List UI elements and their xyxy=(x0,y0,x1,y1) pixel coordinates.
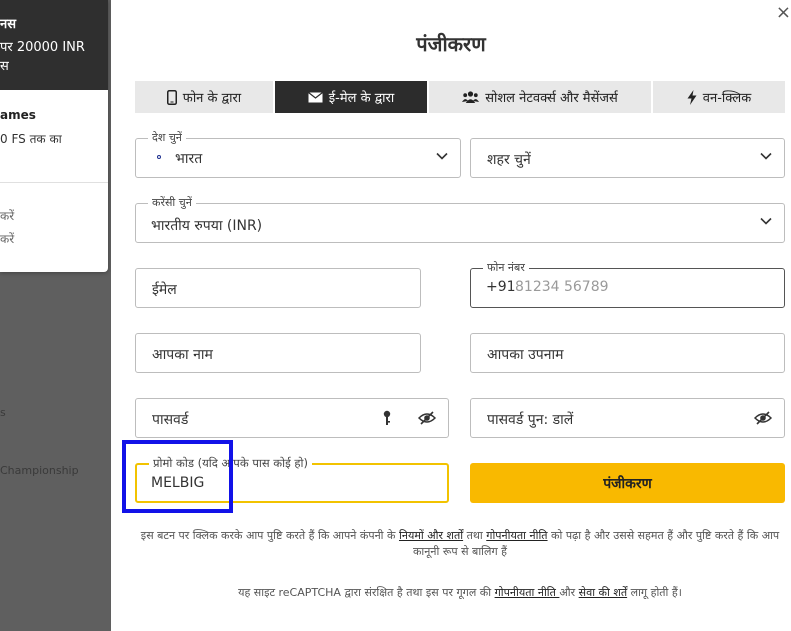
bonus-actions: करें करें xyxy=(0,205,14,251)
google-terms-link[interactable]: सेवा की शर्तें xyxy=(579,586,627,599)
google-privacy-link[interactable]: गोपनीयता नीति xyxy=(495,586,560,599)
users-icon xyxy=(462,91,480,103)
phone-placeholder: 81234 56789 xyxy=(515,279,609,295)
tab-label: सोशल नेटवर्क्स और मैसेंजर्स xyxy=(485,91,618,106)
chevron-down-icon xyxy=(436,152,448,160)
tab-label: वन-क्लिक xyxy=(702,91,752,106)
phone-icon xyxy=(166,89,177,105)
phone-label: फोन नंबर xyxy=(483,260,529,275)
notice-text: इस बटन पर क्लिक करके आप पुष्टि करते हैं … xyxy=(140,529,399,542)
notice-text: यह साइट reCAPTCHA द्वारा संरक्षित है तथा… xyxy=(238,586,495,599)
currency-label: करेंसी चुनें xyxy=(148,195,196,210)
promo-code-label: प्रोमो कोड (यदि आपके पास कोई हो) xyxy=(149,456,312,471)
password-repeat-field[interactable]: पासवर्ड पुन: डालें xyxy=(470,398,785,438)
bonus-action-line: करें xyxy=(0,232,15,246)
background-row-text: s xyxy=(0,406,6,419)
tab-label: ई-मेल के द्वारा xyxy=(328,91,395,106)
recaptcha-notice: यह साइट reCAPTCHA द्वारा संरक्षित है तथा… xyxy=(135,585,785,601)
country-value-text: भारत xyxy=(175,151,203,167)
register-button[interactable]: पंजीकरण xyxy=(470,463,785,503)
currency-value: भारतीय रुपया (INR) xyxy=(151,218,263,234)
bolt-icon xyxy=(687,89,697,105)
background-row-text: Championship xyxy=(0,464,79,477)
envelope-icon xyxy=(307,91,323,102)
country-select[interactable]: देश चुनें भारत xyxy=(135,130,461,178)
password-field[interactable]: पासवर्ड xyxy=(135,398,449,438)
bonus-games-title: ames xyxy=(0,108,36,122)
bonus-text: पर 20000 INR स xyxy=(0,38,85,76)
india-flag-icon xyxy=(151,149,167,165)
city-select[interactable]: शहर चुनें xyxy=(470,138,785,178)
background-nav-row xyxy=(0,300,111,328)
eye-slash-icon[interactable] xyxy=(754,411,772,425)
email-field[interactable]: ईमेल xyxy=(135,268,421,308)
eye-slash-icon[interactable] xyxy=(418,411,436,425)
tab-one-click[interactable]: वन-क्लिक xyxy=(653,81,785,113)
notice-text: तथा xyxy=(463,529,487,542)
background-list-row: Championship xyxy=(0,456,111,484)
key-icon[interactable] xyxy=(383,410,391,426)
password-placeholder: पासवर्ड xyxy=(152,412,189,428)
bonus-text-line: स xyxy=(0,59,9,74)
country-label: देश चुनें xyxy=(148,130,186,145)
phone-field[interactable]: फोन नंबर +91 81234 56789 xyxy=(470,260,785,308)
city-placeholder: शहर चुनें xyxy=(487,152,531,168)
terms-link[interactable]: नियमों और शर्तों xyxy=(399,529,463,542)
privacy-policy-link[interactable]: गोपनीयता नीति xyxy=(486,529,547,542)
close-icon[interactable]: × xyxy=(776,4,791,22)
bonus-highlight: नस पर 20000 INR स xyxy=(0,0,108,90)
tab-phone[interactable]: फोन के द्वारा xyxy=(135,81,275,113)
country-value: भारत xyxy=(151,149,202,168)
first-name-placeholder: आपका नाम xyxy=(152,347,213,363)
notice-text: लागू होती हैं। xyxy=(627,586,682,599)
background-list-row: s xyxy=(0,398,111,426)
password-repeat-placeholder: पासवर्ड पुन: डालें xyxy=(487,412,574,428)
modal-title: पंजीकरण xyxy=(416,32,486,56)
currency-select[interactable]: करेंसी चुनें भारतीय रुपया (INR) xyxy=(135,195,785,243)
bonus-games-text: 0 FS तक का xyxy=(0,132,62,146)
tab-email[interactable]: ई-मेल के द्वारा xyxy=(275,81,429,113)
tab-label: फोन के द्वारा xyxy=(182,91,242,106)
promo-code-value: MELBIG xyxy=(151,475,205,491)
tab-social[interactable]: सोशल नेटवर्क्स और मैसेंजर्स xyxy=(429,81,653,113)
registration-method-tabs: फोन के द्वारा ई-मेल के द्वारा सोशल नेटवर… xyxy=(135,81,785,113)
first-name-field[interactable]: आपका नाम xyxy=(135,333,421,373)
chevron-down-icon xyxy=(760,152,772,160)
email-placeholder: ईमेल xyxy=(152,282,177,298)
last-name-placeholder: आपका उपनाम xyxy=(487,347,564,363)
terms-notice: इस बटन पर क्लिक करके आप पुष्टि करते हैं … xyxy=(135,528,785,560)
chevron-down-icon xyxy=(760,217,772,225)
phone-code: +91 xyxy=(486,279,516,295)
divider xyxy=(0,182,108,183)
registration-modal: × पंजीकरण फोन के द्वारा ई-मेल के द्वारा … xyxy=(111,0,791,631)
bonus-text-line: पर 20000 INR xyxy=(0,40,85,55)
promo-code-field[interactable]: प्रोमो कोड (यदि आपके पास कोई हो) MELBIG xyxy=(135,456,449,503)
bonus-card: नस पर 20000 INR स ames 0 FS तक का करें क… xyxy=(0,0,108,272)
bonus-title: नस xyxy=(0,17,17,32)
last-name-field[interactable]: आपका उपनाम xyxy=(470,333,785,373)
bonus-action-line: करें xyxy=(0,209,15,223)
background-page: नस पर 20000 INR स ames 0 FS तक का करें क… xyxy=(0,0,111,631)
notice-text: और xyxy=(559,586,579,599)
